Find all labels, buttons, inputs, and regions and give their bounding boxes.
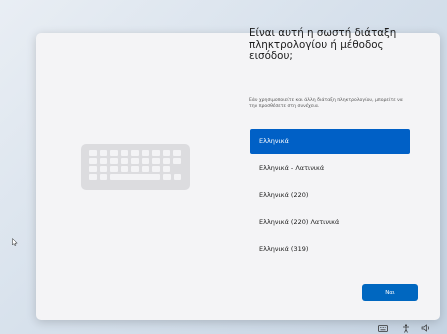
layout-option-greek-latin[interactable]: Ελληνικά - Λατινικά	[250, 156, 410, 181]
keyboard-illustration	[81, 144, 190, 190]
page-title: Είναι αυτή η σωστή διάταξη πληκτρολογίου…	[249, 27, 397, 62]
layout-option-greek-220-latin[interactable]: Ελληνικά (220) Λατινικά	[250, 210, 410, 235]
yes-button[interactable]: Ναι	[362, 284, 418, 301]
layout-option-greek-319[interactable]: Ελληνικά (319)	[250, 237, 410, 262]
layout-option-greek[interactable]: Ελληνικά	[250, 129, 410, 154]
mouse-cursor-icon	[12, 238, 18, 246]
page-subtitle: Εάν χρησιμοποιείτε και άλλη διάταξη πληκ…	[249, 98, 403, 109]
keyboard-icon[interactable]	[377, 323, 389, 333]
volume-icon[interactable]	[420, 323, 432, 333]
accessibility-icon[interactable]	[400, 323, 412, 333]
layout-option-greek-220[interactable]: Ελληνικά (220)	[250, 183, 410, 208]
keyboard-layout-list: Ελληνικά Ελληνικά - Λατινικά Ελληνικά (2…	[250, 129, 410, 264]
